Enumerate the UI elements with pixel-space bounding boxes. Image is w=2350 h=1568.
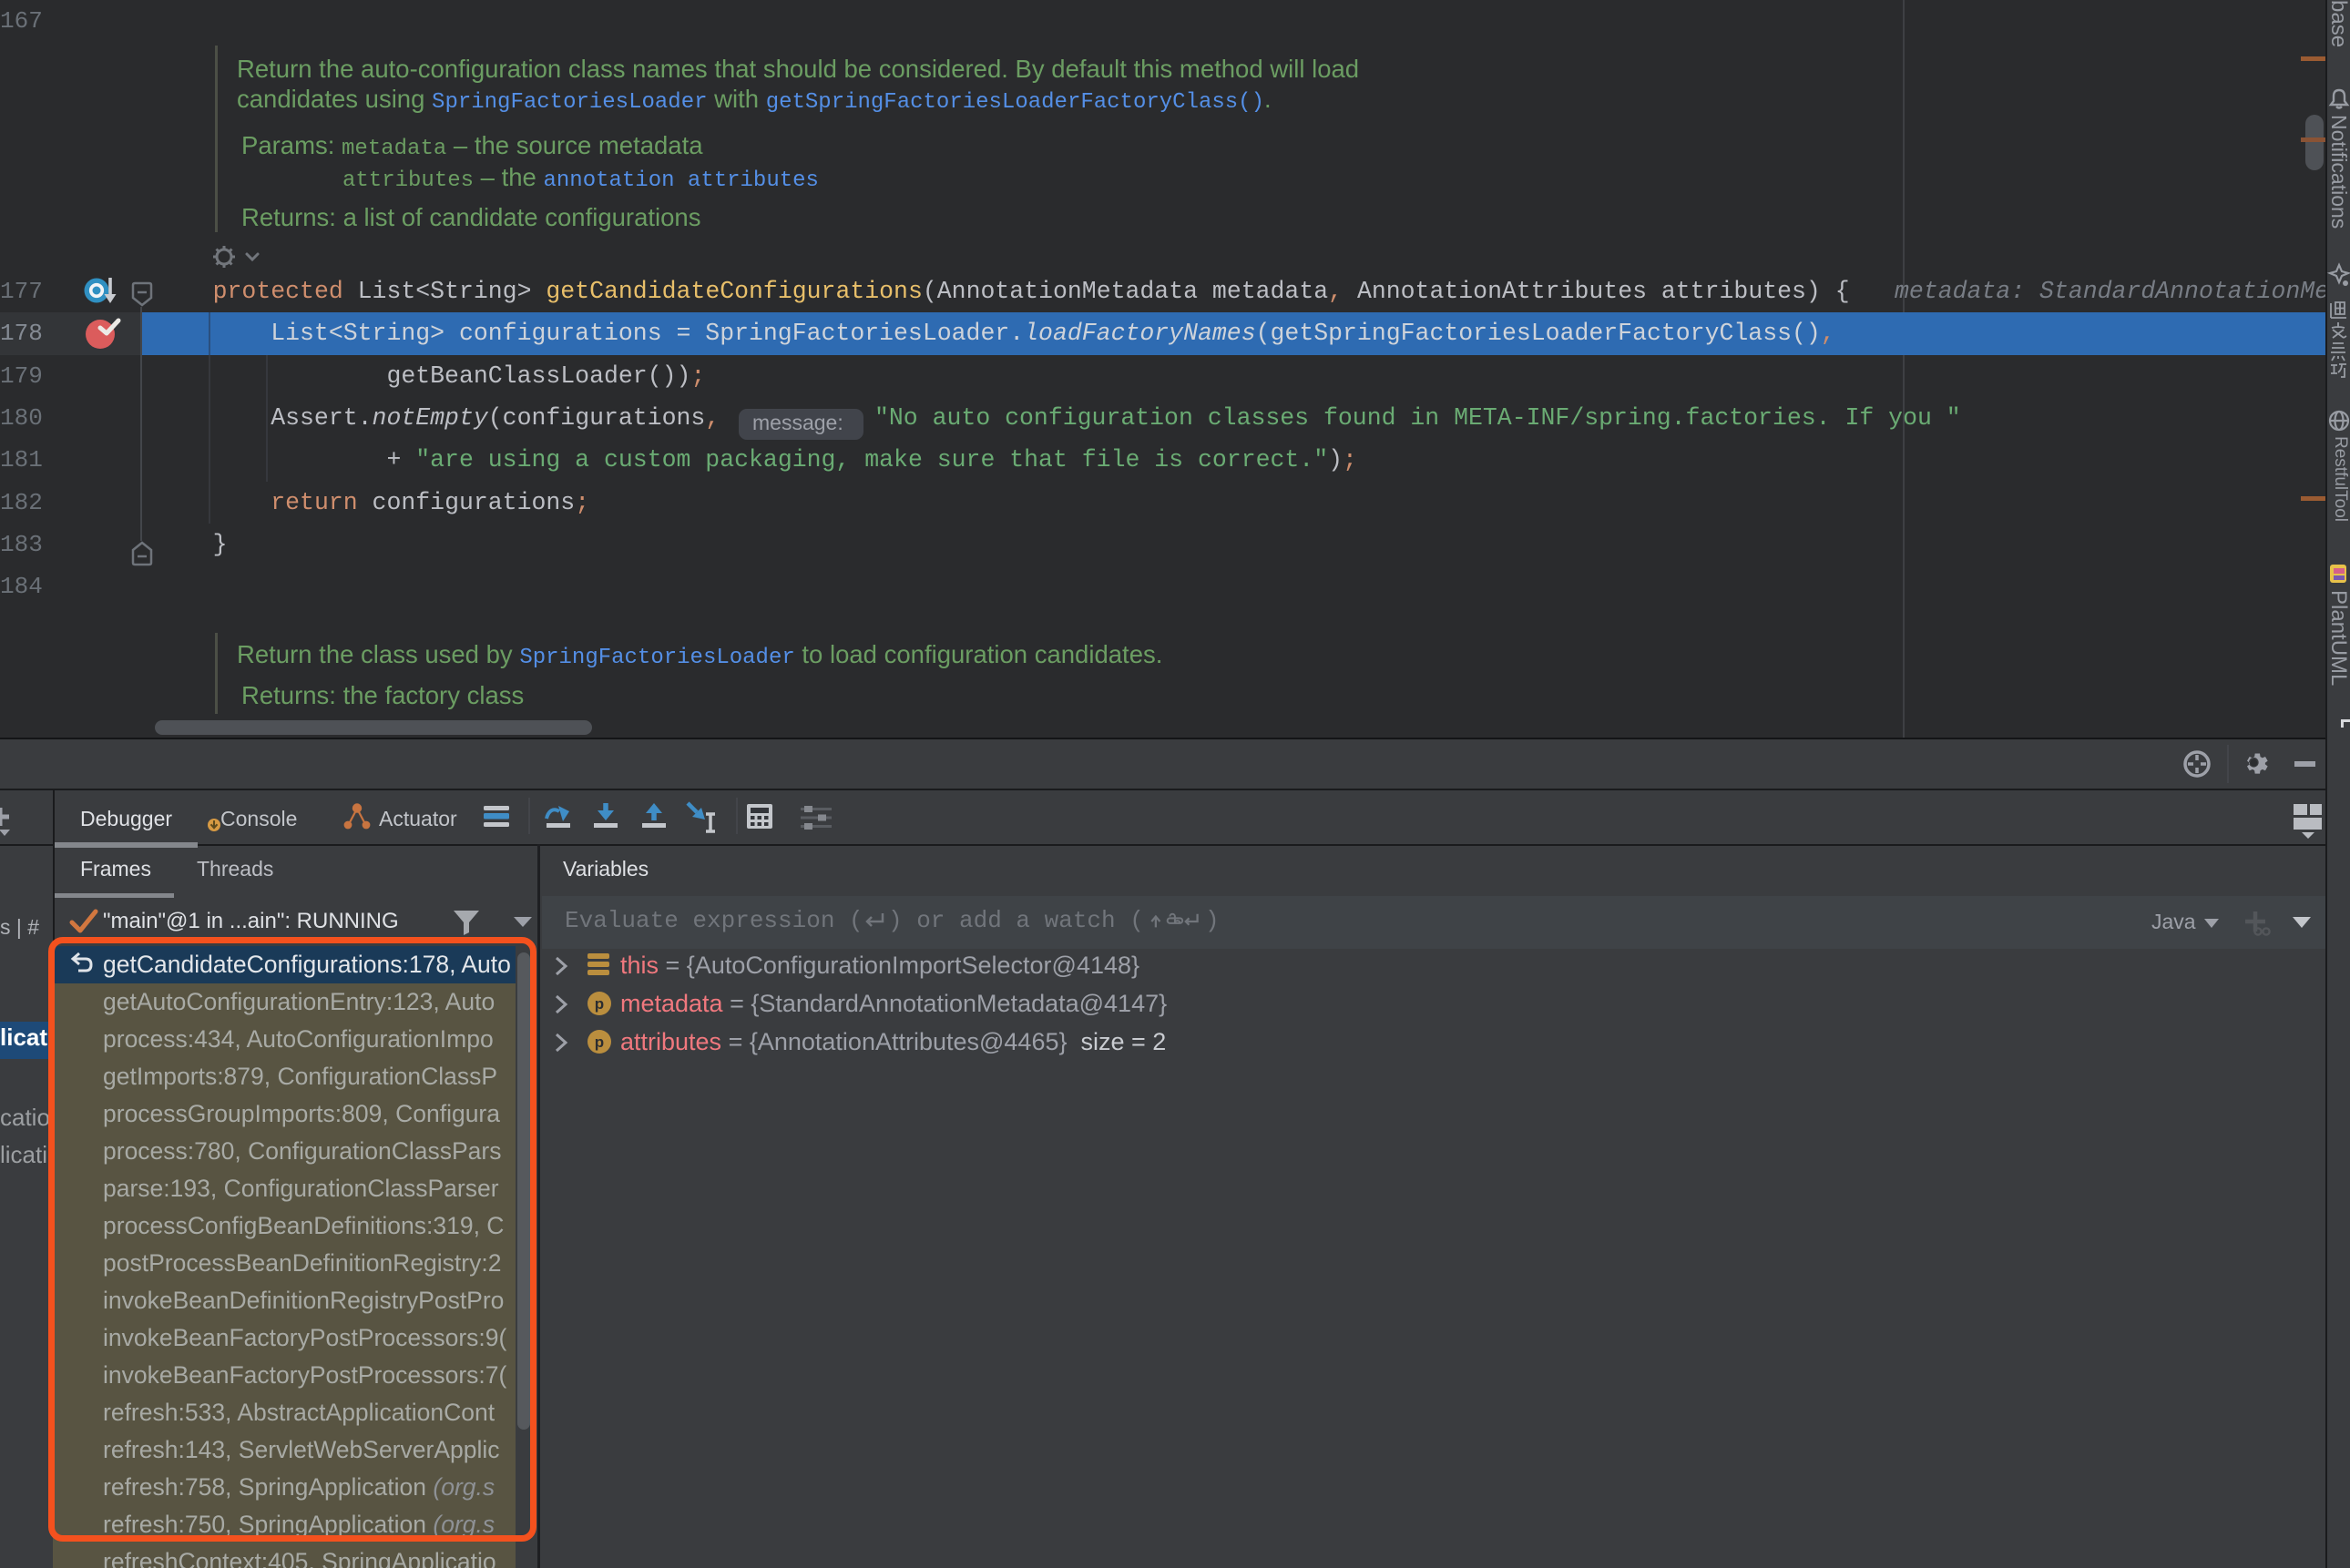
svg-text:p: p bbox=[595, 1033, 604, 1051]
svg-text:p: p bbox=[595, 995, 604, 1013]
